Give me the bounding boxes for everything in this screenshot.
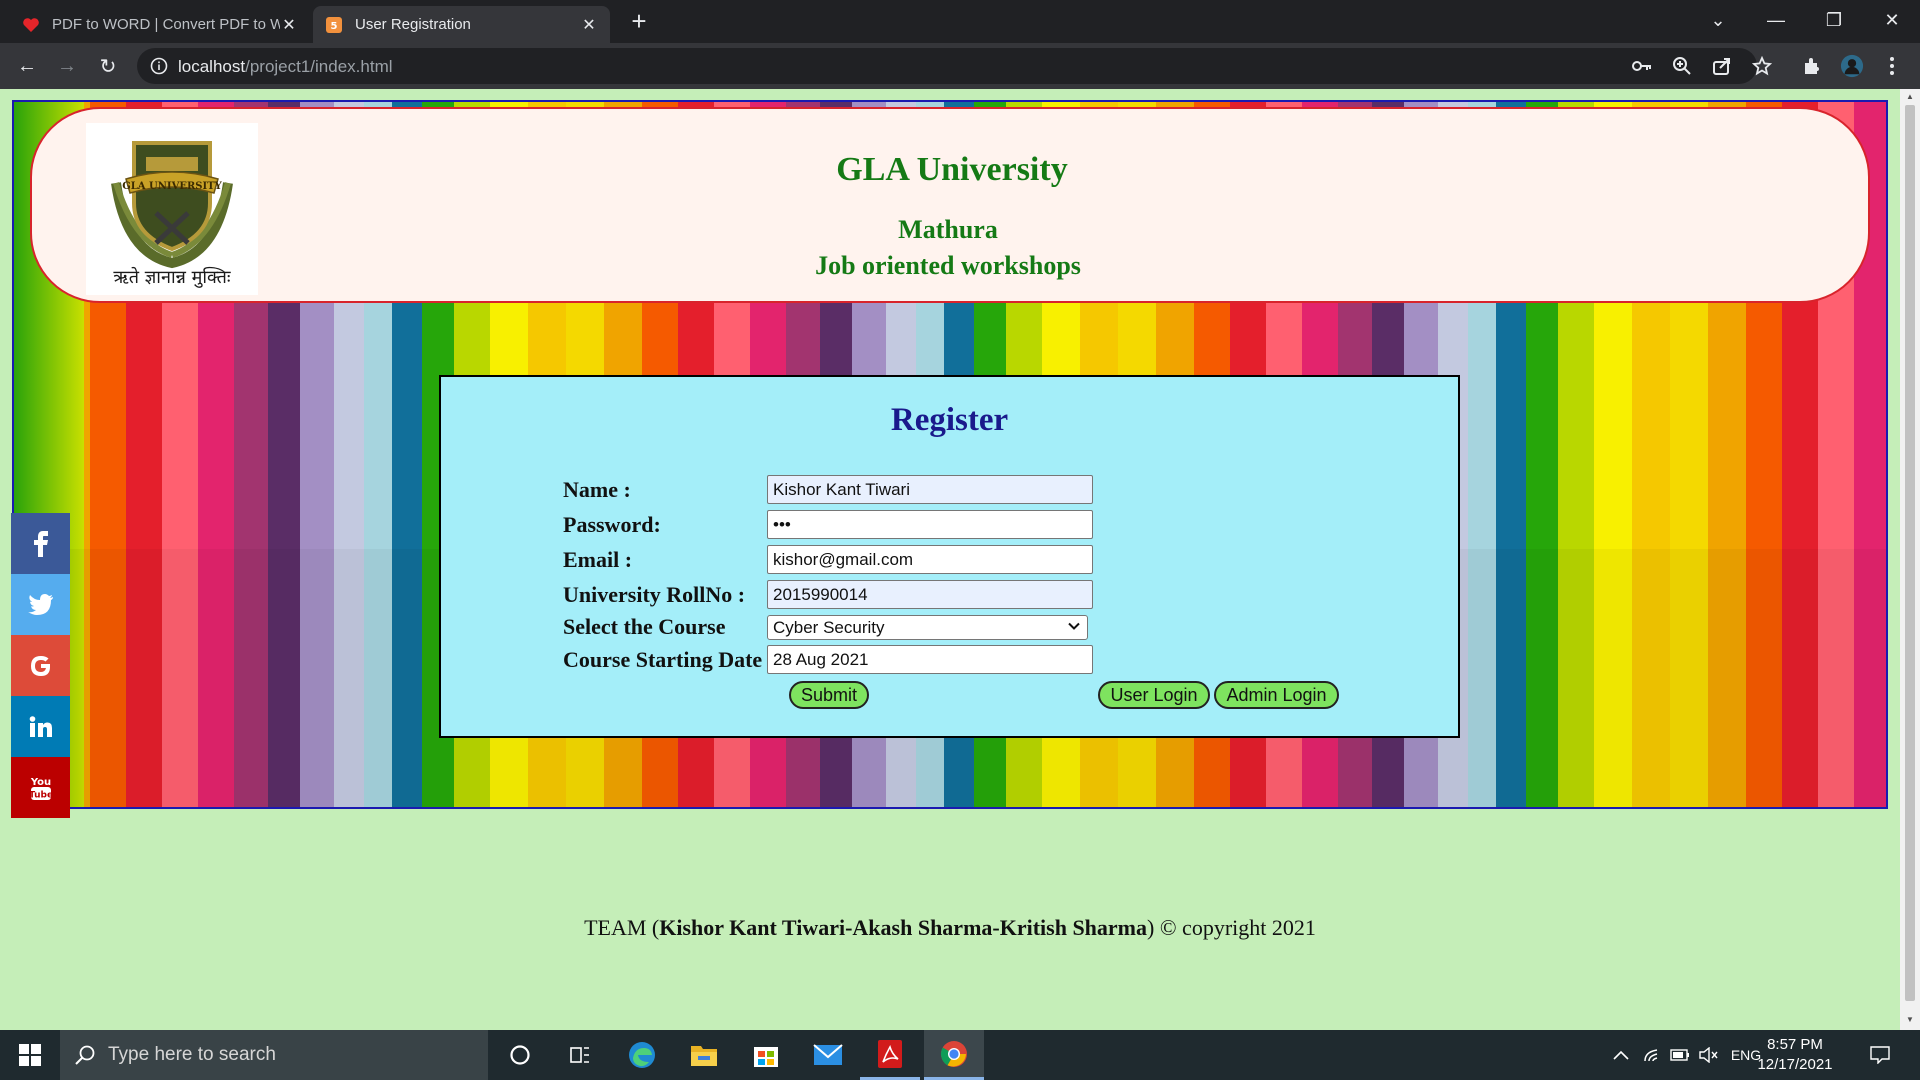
html5-icon: 5: [325, 16, 343, 34]
facebook-icon: [33, 530, 48, 557]
more-menu-icon[interactable]: [1880, 54, 1904, 78]
minimize-button[interactable]: —: [1748, 0, 1804, 40]
task-view-icon[interactable]: [550, 1030, 610, 1080]
linkedin-icon: [29, 715, 52, 737]
zoom-icon[interactable]: [1670, 54, 1694, 78]
linkedin-button[interactable]: [11, 696, 70, 757]
wifi-icon[interactable]: [1638, 1030, 1666, 1080]
tab-pdf-to-word[interactable]: PDF to WORD | Convert PDF to W ✕: [10, 6, 310, 43]
browser-toolbar: ← → ↻ localhost/project1/index.html: [0, 43, 1920, 89]
admin-login-button[interactable]: Admin Login: [1214, 681, 1339, 709]
cortana-icon[interactable]: [490, 1030, 550, 1080]
submit-button[interactable]: Submit: [789, 681, 869, 709]
user-login-button[interactable]: User Login: [1098, 681, 1210, 709]
scroll-down-arrow[interactable]: ▼: [1905, 1015, 1915, 1025]
url-text: localhost/project1/index.html: [178, 57, 393, 76]
tagline: Job oriented workshops: [815, 251, 1081, 280]
chrome-icon[interactable]: [924, 1030, 984, 1080]
microsoft-store-icon[interactable]: [736, 1030, 796, 1080]
acrobat-icon[interactable]: [860, 1030, 920, 1080]
profile-avatar[interactable]: [1840, 54, 1864, 78]
password-label: Password:: [563, 512, 661, 537]
youtube-icon: You Tube: [29, 777, 53, 801]
tab-title: PDF to WORD | Convert PDF to W: [52, 16, 280, 33]
taskbar-clock[interactable]: 8:57 PM 12/17/2021: [1755, 1035, 1835, 1075]
file-explorer-icon[interactable]: [674, 1030, 734, 1080]
chevron-down-icon: [1068, 622, 1080, 630]
close-tab-icon[interactable]: ✕: [280, 15, 298, 35]
password-input[interactable]: •••: [767, 510, 1093, 539]
start-date-input[interactable]: 28 Aug 2021: [767, 645, 1093, 674]
course-select-value: Cyber Security: [773, 618, 885, 637]
twitter-button[interactable]: [11, 574, 70, 635]
email-label: Email :: [563, 547, 633, 572]
twitter-icon: [27, 593, 53, 615]
restore-button[interactable]: ❐: [1806, 0, 1862, 40]
course-select[interactable]: Cyber Security: [767, 615, 1088, 640]
back-icon[interactable]: ←: [13, 52, 41, 80]
header-card: GLA UNIVERSITY ऋते ज्ञानान्न मुक्तिः GLA…: [30, 107, 1870, 303]
name-label: Name :: [563, 477, 631, 502]
share-icon[interactable]: [1710, 54, 1734, 78]
mail-icon[interactable]: [798, 1030, 858, 1080]
volume-muted-icon[interactable]: [1694, 1030, 1722, 1080]
start-button[interactable]: [0, 1030, 60, 1080]
scroll-thumb[interactable]: [1905, 105, 1915, 1001]
notifications-icon[interactable]: [1860, 1030, 1900, 1080]
form-title: Register: [890, 402, 1009, 438]
facebook-button[interactable]: [11, 513, 70, 574]
new-tab-button[interactable]: +: [625, 8, 653, 36]
close-window-button[interactable]: ✕: [1864, 0, 1920, 40]
site-info-icon[interactable]: [149, 56, 169, 76]
reload-icon[interactable]: ↻: [94, 52, 122, 80]
rollno-input[interactable]: 2015990014: [767, 580, 1093, 609]
rollno-label: University RollNo :: [563, 582, 746, 607]
scroll-up-arrow[interactable]: ▲: [1905, 92, 1915, 102]
search-icon: [75, 1045, 95, 1065]
name-input[interactable]: Kishor Kant Tiwari: [767, 475, 1093, 504]
clock-time: 8:57 PM: [1767, 1036, 1823, 1053]
heart-icon: [22, 16, 40, 34]
bookmark-star-icon[interactable]: [1750, 54, 1774, 78]
tab-search-icon[interactable]: ⌄: [1690, 0, 1746, 40]
forward-icon[interactable]: →: [53, 52, 81, 80]
extensions-icon[interactable]: [1800, 54, 1824, 78]
google-icon: [30, 655, 50, 676]
tab-title: User Registration: [355, 16, 471, 33]
footer-copyright: TEAM (Kishor Kant Tiwari-Akash Sharma-Kr…: [584, 915, 1316, 940]
battery-icon[interactable]: [1666, 1030, 1694, 1080]
show-hidden-icons[interactable]: [1606, 1030, 1636, 1080]
svg-text:Tube: Tube: [29, 790, 53, 800]
windows-icon: [19, 1044, 41, 1066]
youtube-button[interactable]: You Tube: [11, 757, 70, 818]
browser-tab-strip: PDF to WORD | Convert PDF to W ✕ 5 User …: [0, 0, 1920, 43]
close-tab-icon[interactable]: ✕: [580, 15, 598, 35]
email-input[interactable]: kishor@gmail.com: [767, 545, 1093, 574]
course-label: Select the Course: [563, 614, 726, 639]
start-date-label: Course Starting Date: [563, 647, 763, 672]
university-name: GLA University: [836, 151, 1068, 188]
page-scrollbar[interactable]: ▲ ▼: [1900, 89, 1920, 1030]
team-names: Kishor Kant Tiwari-Akash Sharma-Kritish …: [659, 915, 1148, 940]
svg-text:5: 5: [331, 21, 338, 32]
registration-form: Register Name : Kishor Kant Tiwari Passw…: [439, 375, 1460, 738]
google-button[interactable]: [11, 635, 70, 696]
city-name: Mathura: [898, 215, 998, 244]
tab-user-registration[interactable]: 5 User Registration ✕: [313, 6, 610, 43]
taskbar-search-box[interactable]: Type here to search: [60, 1030, 488, 1080]
key-icon[interactable]: [1630, 54, 1654, 78]
clock-date: 12/17/2021: [1757, 1056, 1833, 1073]
windows-taskbar: Type here to search ENG 8:57 PM 12/17/20…: [0, 1030, 1920, 1080]
svg-text:You: You: [29, 777, 50, 788]
edge-icon[interactable]: [612, 1030, 672, 1080]
search-placeholder: Type here to search: [108, 1044, 276, 1065]
address-bar[interactable]: localhost/project1/index.html: [137, 48, 1757, 84]
